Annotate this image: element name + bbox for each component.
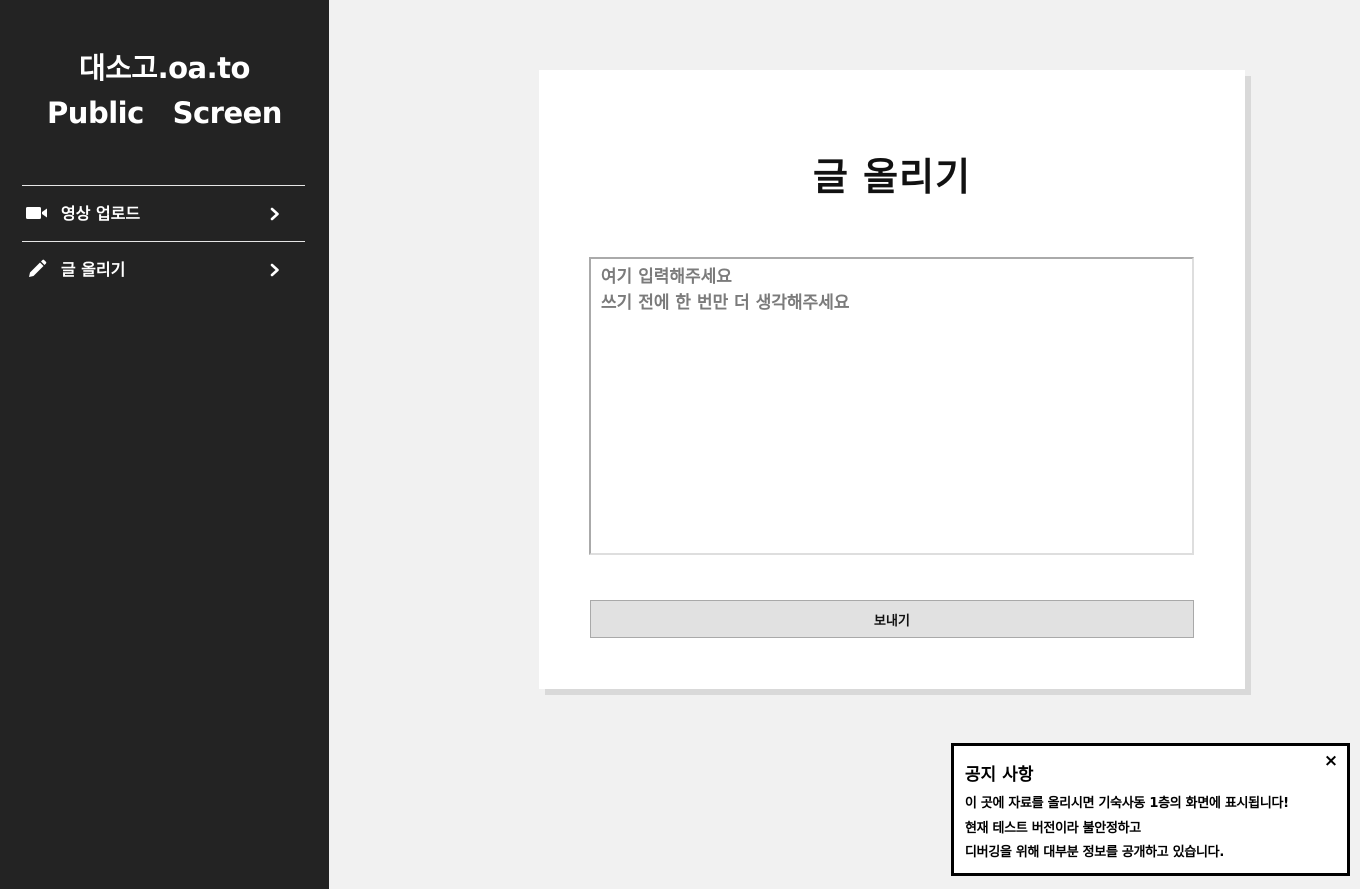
video-camera-icon [25, 203, 49, 223]
notice-popup: 공지 사항 × 이 곳에 자료를 올리시면 기숙사동 1층의 화면에 표시됩니다… [951, 743, 1350, 876]
sidebar-item-write-post[interactable]: 글 올리기 [22, 242, 305, 297]
sidebar: 대소고.oa.to Public Screen 영상 업로드 글 올리기 [0, 0, 329, 889]
sidebar-item-video-upload[interactable]: 영상 업로드 [22, 186, 305, 242]
brand-line-2: Public Screen [47, 96, 282, 130]
page-title: 글 올리기 [812, 155, 972, 199]
sidebar-menu: 영상 업로드 글 올리기 [22, 185, 305, 297]
sidebar-item-label: 영상 업로드 [61, 204, 141, 223]
notice-body: 이 곳에 자료를 올리시면 기숙사동 1층의 화면에 표시됩니다! 현재 테스트… [965, 792, 1289, 866]
send-button[interactable]: 보내기 [590, 600, 1194, 638]
notice-line: 현재 테스트 버전이라 불안정하고 [965, 820, 1141, 836]
notice-line: 이 곳에 자료를 올리시면 기숙사동 1층의 화면에 표시됩니다! [965, 796, 1289, 811]
brand-line-1[interactable]: 대소고.oa.to [0, 46, 329, 91]
notice-title: 공지 사항 [965, 765, 1034, 785]
chevron-right-icon [269, 206, 281, 221]
close-icon[interactable]: × [1323, 752, 1339, 770]
brand: 대소고.oa.to Public Screen [0, 46, 329, 136]
chevron-right-icon [269, 262, 281, 277]
post-textarea[interactable] [589, 257, 1194, 555]
post-card: 글 올리기 보내기 [539, 70, 1245, 689]
pencil-icon [25, 259, 49, 279]
sidebar-item-label: 글 올리기 [61, 260, 126, 279]
notice-line: 디버깅을 위해 대부분 정보를 공개하고 있습니다. [965, 845, 1224, 860]
